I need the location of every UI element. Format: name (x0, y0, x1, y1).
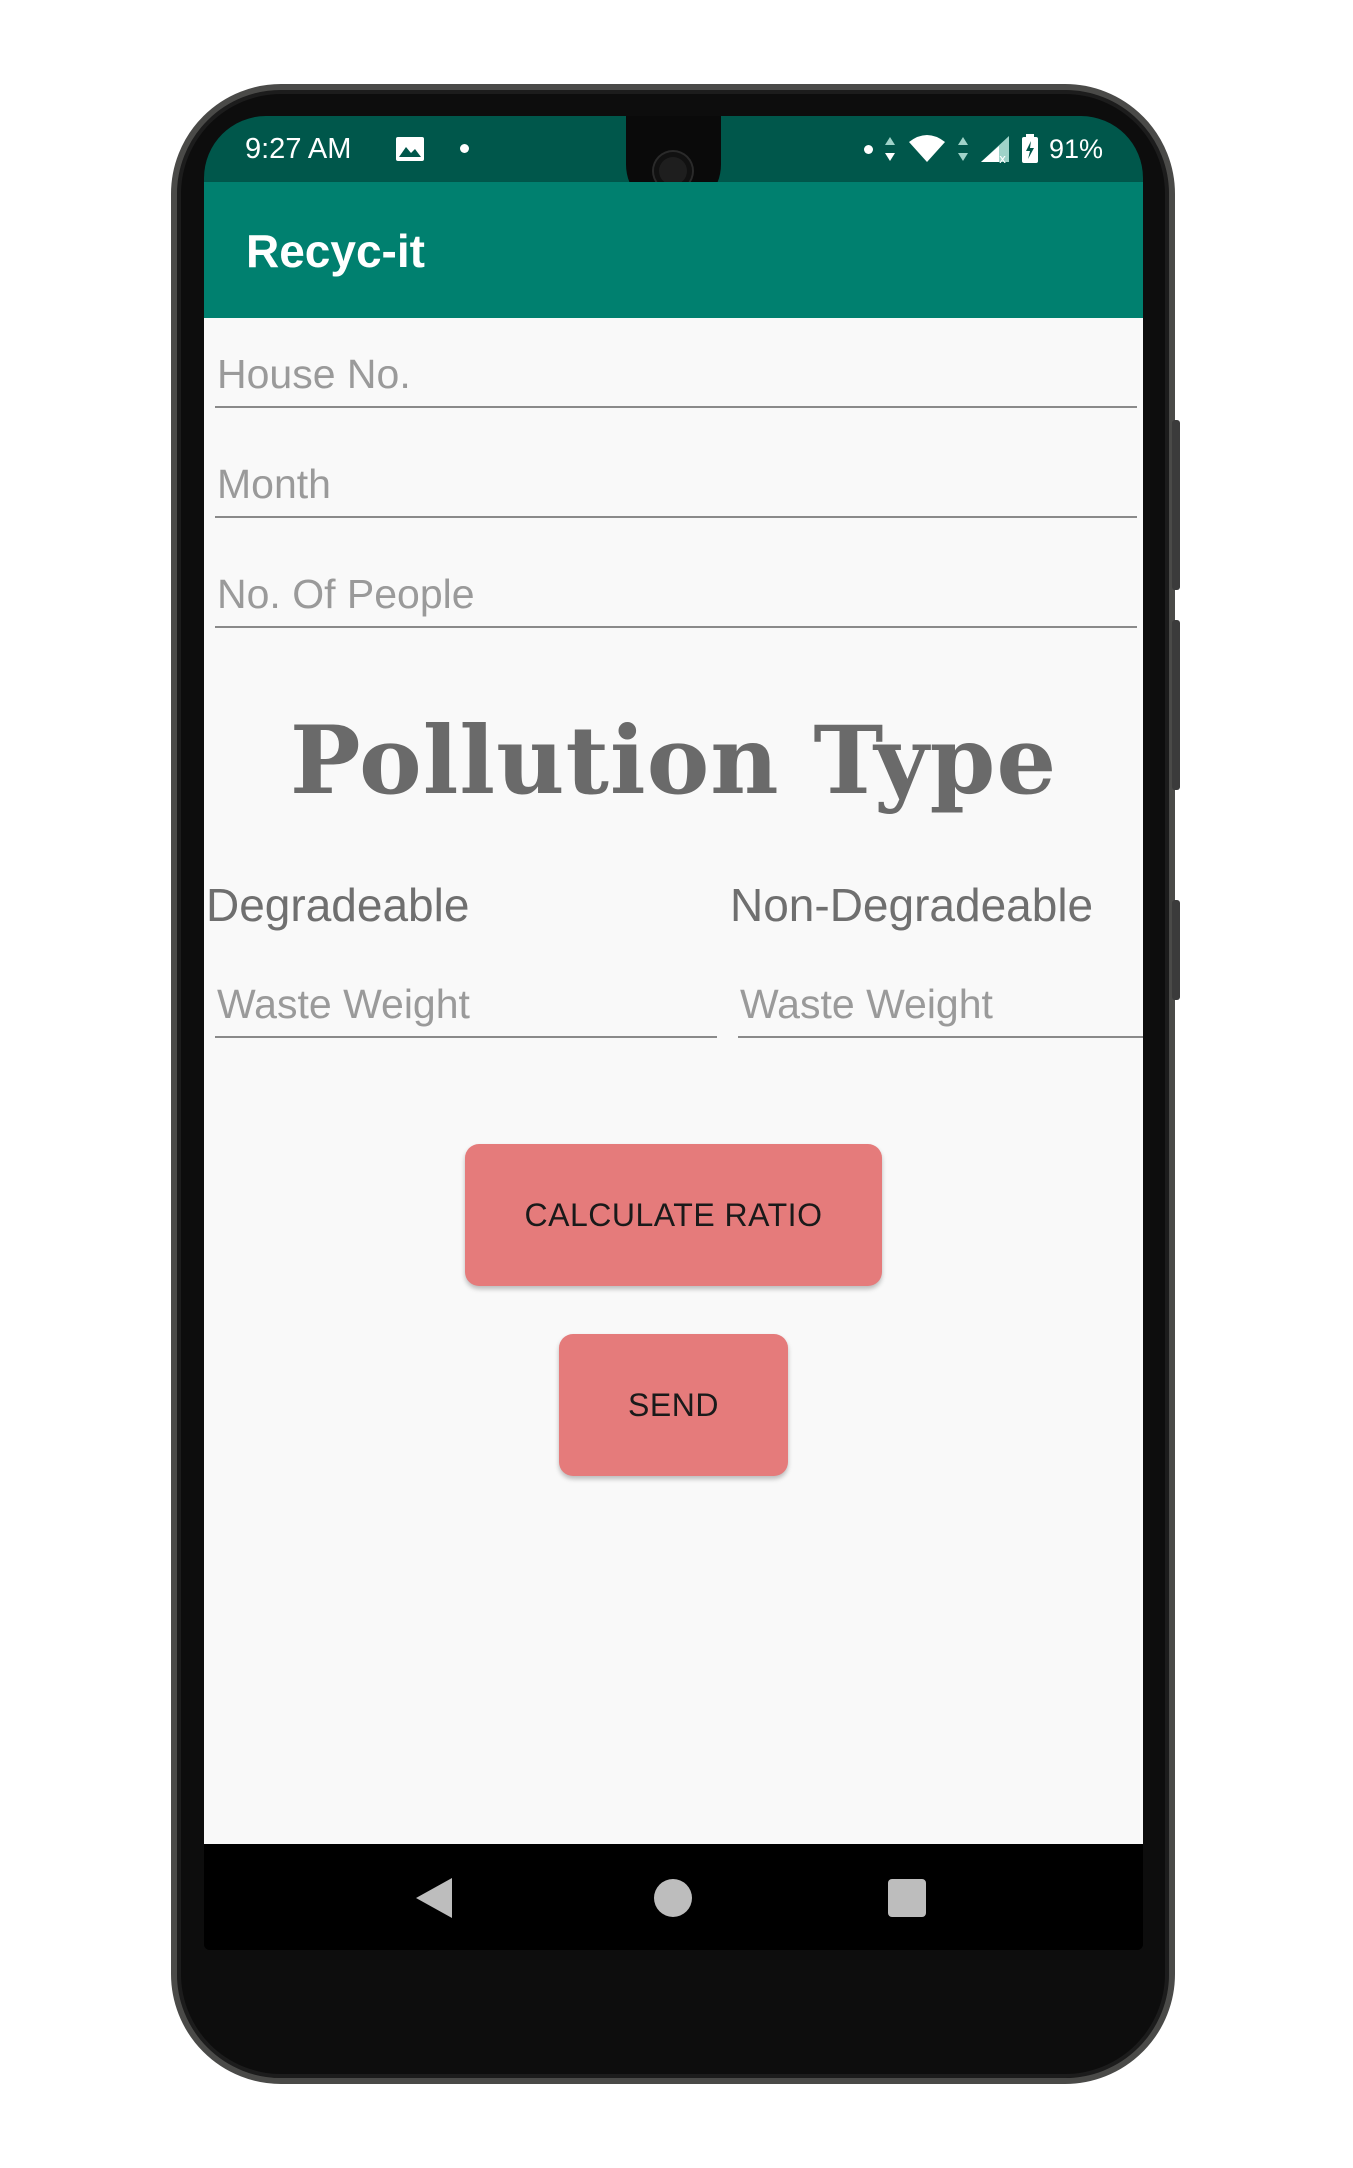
image-icon (396, 137, 424, 161)
svg-text:x: x (999, 152, 1006, 164)
battery-charging-icon (1021, 134, 1038, 163)
app-title: Recyc-it (246, 225, 425, 277)
status-time: 9:27 AM (245, 133, 352, 165)
screen: 9:27 AM x 91% Recyc-it House No. Month N… (204, 116, 1143, 1950)
data-arrows-icon (957, 137, 968, 161)
back-icon[interactable] (416, 1878, 452, 1918)
navigation-bar (204, 1844, 1143, 1950)
pollution-type-heading: Pollution Type (289, 706, 1058, 816)
data-arrows-icon (884, 137, 895, 161)
signal-icon: x (980, 136, 1009, 164)
calculate-ratio-button[interactable]: CALCULATE RATIO (465, 1144, 882, 1286)
degradable-weight-field[interactable]: Waste Weight (215, 976, 717, 1038)
home-icon[interactable] (654, 1879, 692, 1917)
status-indicators: x 91% (863, 133, 1103, 165)
degradable-weight-placeholder: Waste Weight (217, 981, 470, 1027)
side-key (1172, 900, 1180, 1000)
wifi-icon (908, 135, 945, 162)
non-degradable-label: Non-Degradeable (730, 879, 1094, 931)
volume-button (1172, 620, 1180, 790)
non-degradable-weight-placeholder: Waste Weight (740, 981, 993, 1027)
degradable-label: Degradeable (206, 879, 470, 931)
dot-icon (460, 144, 469, 153)
people-placeholder: No. Of People (217, 571, 475, 617)
house-no-field[interactable]: House No. (215, 346, 1137, 408)
non-degradable-weight-field[interactable]: Waste Weight (738, 976, 1143, 1038)
month-field[interactable]: Month (215, 456, 1137, 518)
app-bar: Recyc-it (204, 182, 1143, 318)
dot-icon (863, 144, 873, 154)
people-field[interactable]: No. Of People (215, 566, 1137, 628)
recents-icon[interactable] (888, 1879, 926, 1917)
form-content: House No. Month No. Of People Pollution … (204, 318, 1143, 1844)
battery-percent: 91% (1048, 133, 1103, 164)
send-button[interactable]: SEND (559, 1334, 788, 1476)
status-bar: 9:27 AM x 91% (204, 116, 1143, 212)
month-placeholder: Month (217, 461, 331, 507)
house-no-placeholder: House No. (217, 351, 411, 397)
power-button (1172, 420, 1180, 590)
